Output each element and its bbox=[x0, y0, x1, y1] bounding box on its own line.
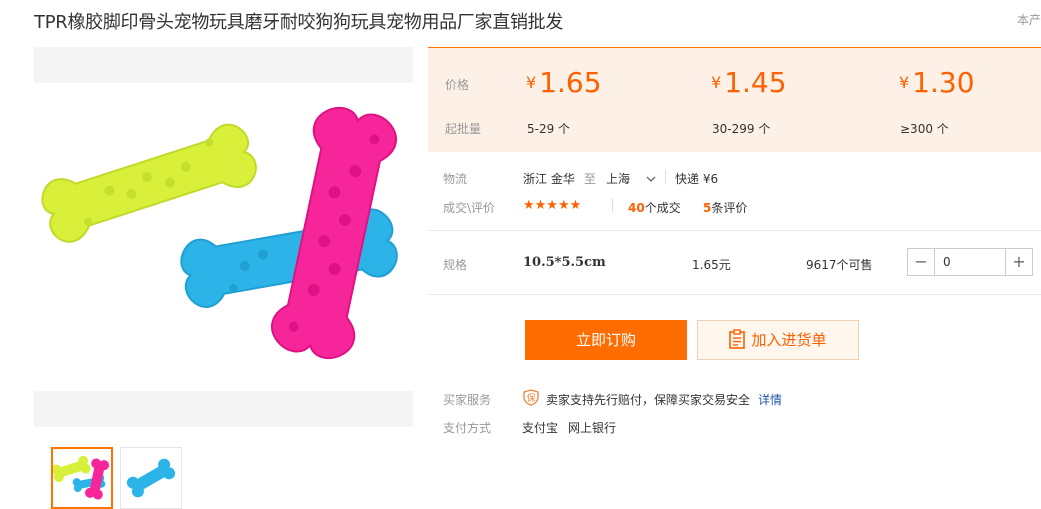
image-band-bottom bbox=[34, 391, 413, 427]
buy-now-button[interactable]: 立即订购 bbox=[525, 320, 687, 360]
shield-icon: 保 bbox=[523, 389, 539, 406]
payment-method-alipay: 支付宝 bbox=[522, 421, 559, 435]
quantity-stepper: − 0 + bbox=[907, 248, 1033, 276]
origin-location: 浙江 金华 bbox=[523, 172, 575, 186]
decrease-button[interactable]: − bbox=[908, 249, 935, 275]
deals-number: 40 bbox=[628, 201, 645, 215]
payment-label: 支付方式 bbox=[443, 421, 492, 435]
bone-toys-illustration bbox=[41, 106, 398, 360]
spec-name: 10.5*5.5cm bbox=[523, 255, 606, 270]
price-panel: 价格 起批量 ¥1.65 ¥1.45 ¥1.30 5-29 个 30-299 个… bbox=[428, 47, 1041, 152]
logistics-separator bbox=[665, 170, 666, 184]
shield-badge-text: 保 bbox=[526, 392, 535, 404]
clipboard-list-icon bbox=[729, 329, 746, 349]
price-tier-1: ¥1.65 bbox=[526, 66, 602, 99]
add-to-cart-label: 加入进货单 bbox=[751, 331, 827, 349]
buyer-service-text: 卖家支持先行赔付，保障买家交易安全 bbox=[546, 393, 751, 407]
reviews-count[interactable]: 5条评价 bbox=[703, 199, 747, 216]
deals-count[interactable]: 40个成交 bbox=[628, 199, 681, 216]
rating-stars: ★★★★★ bbox=[523, 198, 582, 213]
corner-text: 本产 bbox=[1016, 13, 1041, 27]
price-value: 1.30 bbox=[912, 66, 975, 99]
price-value: 1.45 bbox=[724, 66, 787, 99]
payment-method-bank: 网上银行 bbox=[568, 421, 617, 435]
price-tier-3: ¥1.30 bbox=[899, 66, 975, 99]
product-title: TPR橡胶脚印骨头宠物玩具磨牙耐咬狗狗玩具宠物用品厂家直销批发 bbox=[34, 12, 564, 33]
price-tier-2: ¥1.45 bbox=[711, 66, 787, 99]
shipping-fee: 快递 ¥6 bbox=[675, 172, 719, 186]
qty-range-3: ≥300 个 bbox=[900, 122, 949, 136]
to-text: 至 bbox=[584, 172, 597, 186]
qty-range-2: 30-299 个 bbox=[712, 122, 771, 136]
spec-available: 9617个可售 bbox=[806, 258, 873, 272]
thumbnail-2[interactable] bbox=[120, 447, 182, 509]
price-label: 价格 bbox=[445, 78, 470, 92]
thumbnail-1[interactable] bbox=[51, 447, 113, 509]
trade-separator bbox=[612, 198, 613, 212]
currency-symbol: ¥ bbox=[711, 73, 722, 92]
thumbnail-2-image bbox=[126, 458, 176, 498]
destination-value: 上海 bbox=[606, 172, 631, 186]
thumbnail-1-image bbox=[51, 455, 110, 500]
buyer-service-label: 买家服务 bbox=[443, 393, 492, 407]
min-order-label: 起批量 bbox=[445, 122, 482, 136]
trade-label: 成交\评价 bbox=[443, 201, 496, 215]
chevron-down-icon[interactable] bbox=[646, 175, 656, 183]
destination-select[interactable]: 上海 bbox=[606, 170, 656, 187]
deals-suffix: 个成交 bbox=[644, 201, 681, 215]
reviews-suffix: 条评价 bbox=[711, 201, 748, 215]
spec-price: 1.65元 bbox=[692, 258, 731, 272]
price-value: 1.65 bbox=[539, 66, 602, 99]
currency-symbol: ¥ bbox=[899, 73, 910, 92]
details-link[interactable]: 详情 bbox=[758, 391, 782, 408]
currency-symbol: ¥ bbox=[526, 73, 537, 92]
divider-2 bbox=[428, 294, 1041, 295]
image-band-top bbox=[34, 47, 413, 83]
increase-button[interactable]: + bbox=[1005, 249, 1032, 275]
qty-range-1: 5-29 个 bbox=[527, 122, 571, 136]
divider-1 bbox=[428, 230, 1041, 231]
spec-label: 规格 bbox=[443, 258, 468, 272]
main-product-image[interactable] bbox=[34, 47, 413, 427]
add-to-cart-button[interactable]: 加入进货单 bbox=[697, 320, 859, 360]
logistics-label: 物流 bbox=[443, 172, 468, 186]
quantity-input[interactable]: 0 bbox=[936, 249, 1006, 275]
